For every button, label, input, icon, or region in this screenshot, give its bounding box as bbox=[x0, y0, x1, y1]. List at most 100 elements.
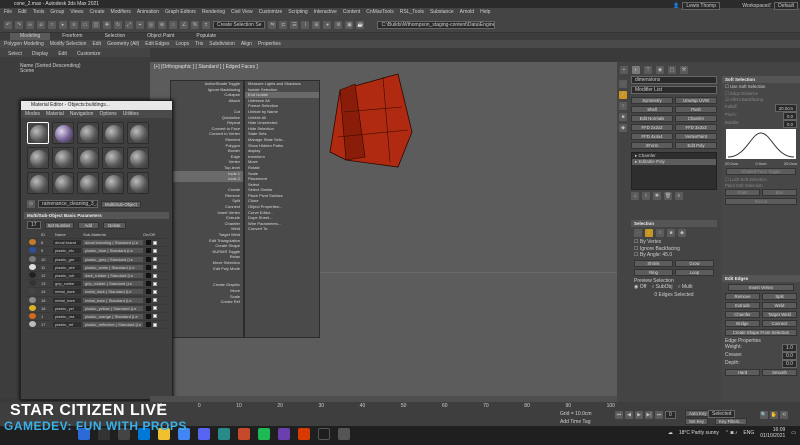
sample-slot[interactable] bbox=[127, 172, 149, 194]
angle-snap-icon[interactable]: ∠ bbox=[180, 20, 188, 29]
submaterial-button[interactable]: grip_rubber ( Standard (Le bbox=[83, 281, 143, 287]
make-unique-icon[interactable]: ✱ bbox=[653, 192, 661, 200]
display-tab-icon[interactable]: ▢ bbox=[668, 66, 676, 74]
render-setup-icon[interactable]: ⚙ bbox=[334, 20, 343, 29]
menu-substance[interactable]: Substance bbox=[430, 8, 454, 17]
split-button[interactable]: Split bbox=[762, 292, 797, 300]
ribbon-tab-selection[interactable]: Selection bbox=[95, 33, 136, 40]
material-swatch[interactable] bbox=[27, 280, 39, 287]
submaterial-name[interactable]: plastic_gre bbox=[53, 256, 81, 262]
col-onoff[interactable]: On/Off bbox=[141, 232, 163, 237]
goto-end-icon[interactable]: ⏭ bbox=[655, 411, 663, 419]
unlink-icon[interactable]: ⌀ bbox=[37, 20, 45, 29]
modifier-button-push[interactable]: Push bbox=[675, 106, 717, 113]
material-swatch[interactable] bbox=[27, 239, 39, 246]
material-menu-material[interactable]: Material bbox=[46, 111, 64, 117]
scene-tab-display[interactable]: Display bbox=[32, 51, 48, 57]
submaterial-name[interactable]: grip_rubbe bbox=[53, 281, 81, 287]
submaterial-id[interactable]: 13 bbox=[39, 281, 53, 286]
material-menu-options[interactable]: Options bbox=[99, 111, 116, 117]
submaterial-enabled-checkbox[interactable] bbox=[153, 322, 157, 327]
link-icon[interactable]: ∞ bbox=[26, 20, 34, 29]
preview-subobj-radio[interactable]: ○ SubObj bbox=[651, 284, 672, 290]
ribbon-item-polygon-modeling[interactable]: Polygon Modeling bbox=[4, 40, 44, 48]
sample-slot[interactable] bbox=[27, 122, 49, 144]
submaterial-id[interactable]: 11 bbox=[39, 265, 53, 270]
submaterial-name[interactable]: plastic_blu bbox=[53, 248, 81, 254]
remove-modifier-icon[interactable]: 🗑 bbox=[664, 192, 672, 200]
material-editor-icon[interactable]: ● bbox=[323, 20, 332, 29]
submaterial-color[interactable] bbox=[146, 240, 151, 246]
modifier-button-chamfer[interactable]: Chamfer bbox=[675, 115, 717, 122]
quad-item-create-ref[interactable]: Create Ref bbox=[171, 299, 243, 305]
bubble-spinner[interactable]: 0.0 bbox=[783, 119, 797, 128]
language-indicator[interactable]: ENG bbox=[743, 430, 754, 436]
edge-mode-icon[interactable]: / bbox=[645, 229, 653, 237]
selected-dropdown[interactable]: Selected bbox=[708, 410, 736, 418]
menu-rsl-tools[interactable]: RSL_Tools bbox=[400, 8, 424, 17]
submaterial-row[interactable]: 1 plastic_ora plastic_orange ( Standard (L… bbox=[27, 312, 167, 322]
time-tag[interactable]: Add Time Tag bbox=[560, 419, 590, 425]
submaterial-button[interactable]: decal branding ( Standard (Le bbox=[83, 240, 143, 246]
material-swatch[interactable] bbox=[27, 272, 39, 279]
element-icon[interactable]: ◆ bbox=[619, 124, 627, 132]
submaterial-row[interactable]: 9 plastic_blu plastic_blue ( Standard (Le bbox=[27, 247, 167, 256]
next-frame-icon[interactable]: ▶| bbox=[645, 411, 653, 419]
blur-button[interactable]: Blur bbox=[762, 188, 797, 196]
snap-icon[interactable]: ∩ bbox=[169, 20, 177, 29]
submaterial-enabled-checkbox[interactable] bbox=[153, 248, 157, 253]
pin-stack-icon[interactable]: ⊥ bbox=[631, 192, 639, 200]
menu-animation[interactable]: Animation bbox=[137, 8, 159, 17]
sample-slot[interactable] bbox=[127, 122, 149, 144]
submaterial-color[interactable] bbox=[146, 289, 151, 295]
menu-scripting[interactable]: Scripting bbox=[288, 8, 307, 17]
material-swatch[interactable] bbox=[27, 296, 39, 304]
tray-icons[interactable]: ⌃ ◙ ♪ bbox=[725, 430, 738, 436]
select-by-name-icon[interactable]: ≡ bbox=[70, 20, 78, 29]
mirror-icon[interactable]: ⇋ bbox=[268, 20, 277, 29]
col-name[interactable]: Name bbox=[53, 232, 81, 237]
create-shape-button[interactable]: Create Shape From Selection bbox=[725, 328, 797, 336]
modify-tab-icon[interactable]: ◐ bbox=[632, 66, 640, 74]
material-swatch[interactable] bbox=[27, 255, 39, 263]
soft-selection-header[interactable]: Soft Selection bbox=[722, 76, 800, 83]
undo-icon[interactable]: ↶ bbox=[4, 20, 12, 29]
submaterial-color[interactable] bbox=[146, 297, 151, 303]
place-icon[interactable]: ⌖ bbox=[136, 20, 144, 29]
sample-slot[interactable] bbox=[27, 147, 49, 169]
notification-icon[interactable]: ▭ bbox=[791, 430, 796, 436]
material-swatch[interactable] bbox=[27, 263, 39, 271]
selection-set-dropdown[interactable]: Create Selection Se bbox=[213, 20, 266, 29]
object-name-field[interactable]: dimensions bbox=[631, 76, 717, 84]
bridge-button[interactable]: Bridge bbox=[725, 319, 760, 327]
modifier-button-symmetry[interactable]: Symmetry bbox=[631, 97, 673, 104]
depth-spinner[interactable]: 0.0 bbox=[782, 359, 797, 368]
submaterial-color[interactable] bbox=[146, 256, 151, 262]
pan-icon[interactable]: ✋ bbox=[770, 411, 778, 419]
border-icon[interactable]: ○ bbox=[619, 102, 627, 110]
sample-slot[interactable] bbox=[52, 122, 74, 144]
material-count-field[interactable]: 17 bbox=[27, 221, 41, 229]
percent-snap-icon[interactable]: % bbox=[191, 20, 199, 29]
rect-select-icon[interactable]: ▭ bbox=[81, 20, 89, 29]
submaterial-enabled-checkbox[interactable] bbox=[153, 265, 157, 270]
submaterial-name[interactable]: plastic_whi bbox=[53, 264, 81, 270]
modifier-list-dropdown[interactable]: Modifier List bbox=[631, 86, 717, 94]
ribbon-tab-modeling[interactable]: Modeling bbox=[10, 33, 51, 40]
material-type-button[interactable]: Multi/Sub-Object bbox=[101, 200, 141, 208]
edge-icon[interactable]: / bbox=[619, 91, 627, 99]
submaterial-enabled-checkbox[interactable] bbox=[153, 298, 157, 303]
edit-edges-header[interactable]: Edit Edges bbox=[722, 274, 800, 282]
obs-icon[interactable] bbox=[318, 428, 330, 440]
ribbon-item-align[interactable]: Align bbox=[241, 40, 252, 48]
target-weld-button[interactable]: Target Weld bbox=[762, 310, 797, 318]
layer-icon[interactable]: ☰ bbox=[290, 20, 299, 29]
project-path[interactable]: C:\Builds\Wthompson_staging-content\Data… bbox=[377, 20, 496, 29]
material-swatch[interactable] bbox=[27, 312, 39, 320]
material-swatch[interactable] bbox=[27, 288, 39, 295]
goto-start-icon[interactable]: ⏮ bbox=[615, 411, 623, 419]
submaterial-id[interactable]: 9 bbox=[39, 248, 53, 253]
loop-button[interactable]: Loop bbox=[675, 268, 714, 276]
delete-button[interactable]: Delete bbox=[103, 221, 126, 229]
material-menu-navigation[interactable]: Navigation bbox=[70, 111, 94, 117]
